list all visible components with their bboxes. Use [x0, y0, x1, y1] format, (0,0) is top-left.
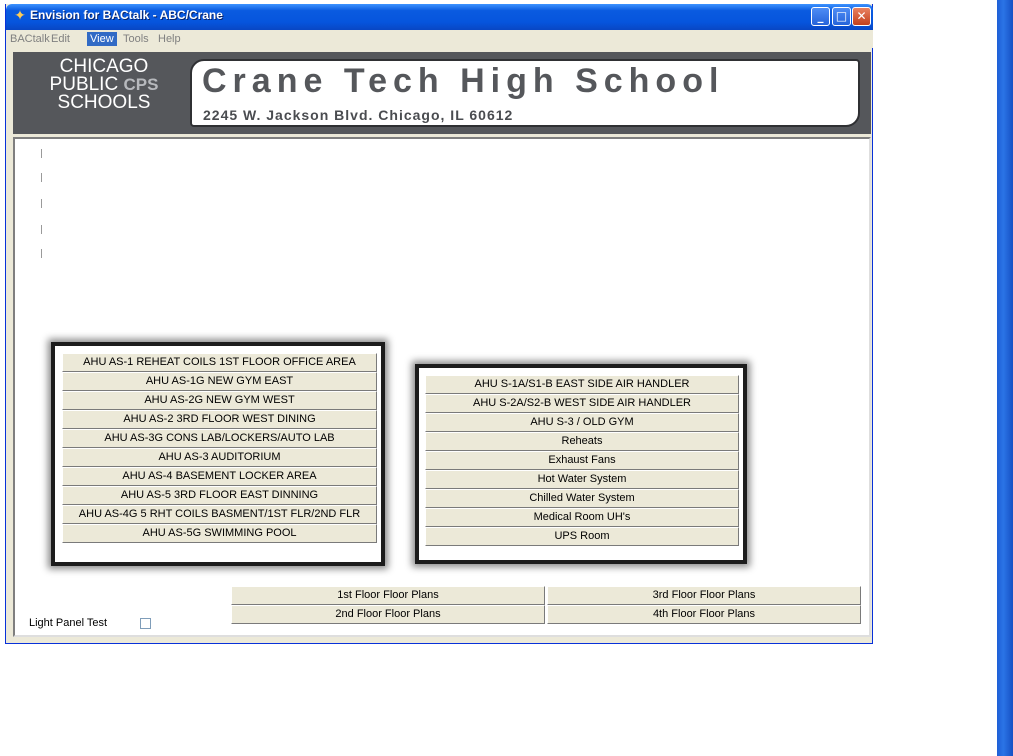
- desktop-background: [997, 0, 1013, 756]
- title-bar[interactable]: ✦ Envision for BACtalk - ABC/Crane _ □ ✕: [6, 4, 873, 30]
- floor-plans-1st-button[interactable]: 1st Floor Floor Plans: [231, 586, 545, 605]
- ahu-s2-button[interactable]: AHU S-2A/S2-B WEST SIDE AIR HANDLER: [425, 394, 739, 413]
- app-window: ✦ Envision for BACtalk - ABC/Crane _ □ ✕…: [5, 4, 873, 644]
- light-panel-test-label: Light Panel Test: [29, 617, 108, 629]
- school-address: 2245 W. Jackson Blvd. Chicago, IL 60612: [203, 107, 514, 123]
- floor-plans-2nd-button[interactable]: 2nd Floor Floor Plans: [231, 605, 545, 624]
- menu-tools[interactable]: Tools: [120, 32, 152, 46]
- ahu-as3g-button[interactable]: AHU AS-3G CONS LAB/LOCKERS/AUTO LAB: [62, 429, 377, 448]
- divider-tick: [41, 149, 42, 158]
- ahu-s3-button[interactable]: AHU S-3 / OLD GYM: [425, 413, 739, 432]
- graphics-area: AHU AS-1 REHEAT COILS 1ST FLOOR OFFICE A…: [13, 137, 871, 637]
- menu-help[interactable]: Help: [155, 32, 184, 46]
- ahu-as5g-button[interactable]: AHU AS-5G SWIMMING POOL: [62, 524, 377, 543]
- floor-plans-4th-button[interactable]: 4th Floor Floor Plans: [547, 605, 861, 624]
- school-name-plate: Crane Tech High School 2245 W. Jackson B…: [190, 59, 860, 127]
- ahu-as4-button[interactable]: AHU AS-4 BASEMENT LOCKER AREA: [62, 467, 377, 486]
- ahu-as2g-button[interactable]: AHU AS-2G NEW GYM WEST: [62, 391, 377, 410]
- divider-tick: [41, 249, 42, 258]
- exhaust-fans-button[interactable]: Exhaust Fans: [425, 451, 739, 470]
- ahu-as1g-button[interactable]: AHU AS-1G NEW GYM EAST: [62, 372, 377, 391]
- ahu-s1-button[interactable]: AHU S-1A/S1-B EAST SIDE AIR HANDLER: [425, 375, 739, 394]
- medical-room-button[interactable]: Medical Room UH's: [425, 508, 739, 527]
- logo-line-schools: SCHOOLS: [57, 92, 151, 113]
- school-name: Crane Tech High School: [202, 62, 725, 100]
- divider-tick: [41, 173, 42, 182]
- right-ahu-panel: AHU S-1A/S1-B EAST SIDE AIR HANDLER AHU …: [415, 364, 747, 564]
- menu-view[interactable]: View: [87, 32, 117, 46]
- window-title: Envision for BACtalk - ABC/Crane: [30, 8, 223, 22]
- ups-room-button[interactable]: UPS Room: [425, 527, 739, 546]
- menu-bar: BACtalk Edit View Tools Help: [6, 30, 873, 48]
- light-panel-test-checkbox[interactable]: [140, 618, 151, 629]
- close-button[interactable]: ✕: [852, 7, 871, 26]
- ahu-as3-button[interactable]: AHU AS-3 AUDITORIUM: [62, 448, 377, 467]
- reheats-button[interactable]: Reheats: [425, 432, 739, 451]
- minimize-button[interactable]: _: [811, 7, 830, 26]
- school-banner: CHICAGO PUBLIC CPS SCHOOLS Crane Tech Hi…: [13, 52, 871, 134]
- ahu-as1-button[interactable]: AHU AS-1 REHEAT COILS 1ST FLOOR OFFICE A…: [62, 353, 377, 372]
- ahu-as4g-button[interactable]: AHU AS-4G 5 RHT COILS BASMENT/1ST FLR/2N…: [62, 505, 377, 524]
- divider-tick: [41, 199, 42, 208]
- app-icon: ✦: [14, 8, 26, 24]
- floor-plans-3rd-button[interactable]: 3rd Floor Floor Plans: [547, 586, 861, 605]
- divider-tick: [41, 225, 42, 234]
- cps-logo: CHICAGO PUBLIC CPS SCHOOLS: [34, 57, 174, 113]
- menu-bactalk[interactable]: BACtalk: [7, 32, 53, 46]
- maximize-button[interactable]: □: [832, 7, 851, 26]
- ahu-as5-button[interactable]: AHU AS-5 3RD FLOOR EAST DINNING: [62, 486, 377, 505]
- menu-edit[interactable]: Edit: [48, 32, 73, 46]
- left-ahu-panel: AHU AS-1 REHEAT COILS 1ST FLOOR OFFICE A…: [51, 342, 385, 566]
- ahu-as2-button[interactable]: AHU AS-2 3RD FLOOR WEST DINING: [62, 410, 377, 429]
- chilled-water-button[interactable]: Chilled Water System: [425, 489, 739, 508]
- hot-water-button[interactable]: Hot Water System: [425, 470, 739, 489]
